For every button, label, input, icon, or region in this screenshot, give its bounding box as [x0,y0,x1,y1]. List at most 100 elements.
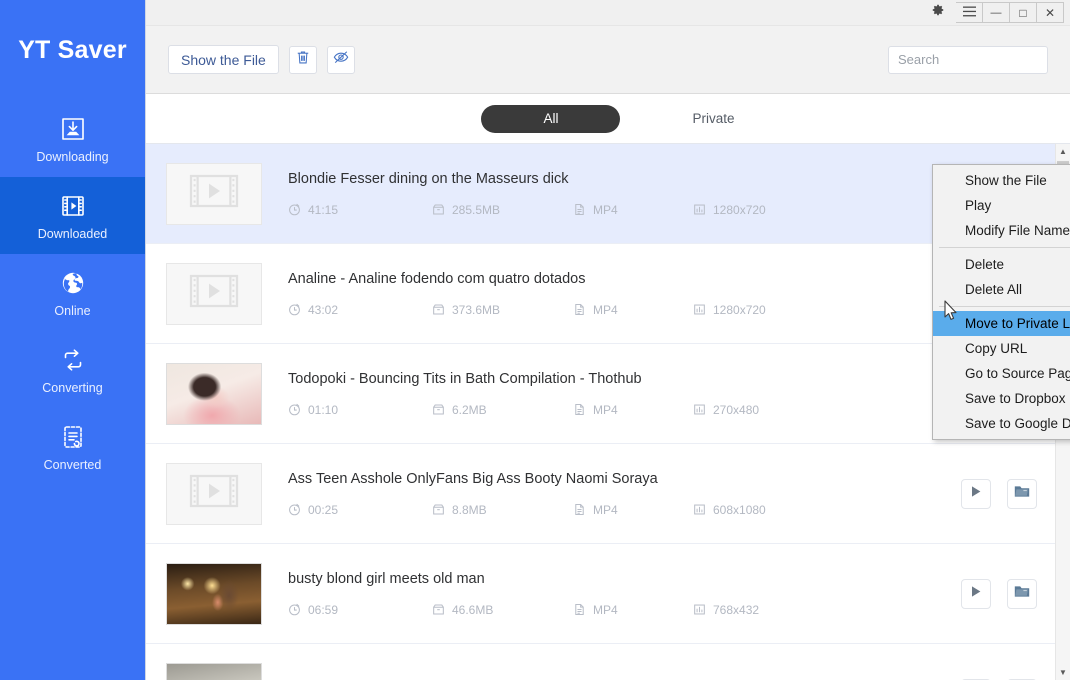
filesize-meta: 373.6MB [432,303,573,317]
sidebar-item-converting[interactable]: Converting [0,331,145,408]
minimize-icon: — [990,6,1002,19]
film-play-icon [58,191,88,221]
video-thumbnail[interactable] [166,462,262,525]
video-thumbnail[interactable] [166,662,262,680]
table-row[interactable]: Analine - Analine fodendo com quatro dot… [146,244,1055,344]
resolution-value: 1280x720 [713,202,766,217]
video-placeholder-icon [189,174,239,213]
format-meta: MP4 [573,203,693,217]
video-title: Todopoki - Bouncing Tits in Bath Compila… [288,370,642,387]
window-minimize-button[interactable]: — [983,2,1010,23]
download-list: Blondie Fesser dining on the Masseurs di… [146,144,1055,680]
show-the-file-button[interactable]: Show the File [168,45,279,74]
duration-meta: 00:25 [288,503,432,517]
context-menu-item[interactable]: Go to Source Page [933,361,1070,386]
tab-all[interactable]: All [481,104,621,133]
sidebar-item-label: Downloading [36,149,109,164]
duration-meta: 41:15 [288,203,432,217]
window-maximize-button[interactable]: □ [1010,2,1037,23]
folder-icon [1014,584,1030,603]
trash-icon [296,50,310,70]
folder-icon [1014,484,1030,503]
context-menu-item[interactable]: Delete All [933,277,1070,302]
sidebar: YT Saver Downloading Downloaded Online C… [0,0,145,680]
table-row[interactable]: Ass Teen Asshole OnlyFans Big Ass Booty … [146,444,1055,544]
format-value: MP4 [593,202,618,217]
play-button[interactable] [961,578,991,609]
video-placeholder-icon [189,274,239,313]
open-folder-button[interactable] [1007,478,1037,509]
scroll-down-arrow-icon[interactable]: ▼ [1056,665,1070,680]
search-input[interactable] [888,45,1048,74]
video-thumbnail[interactable] [166,562,262,625]
table-row[interactable]: Todopoki - Bouncing Tits in Bath Compila… [146,344,1055,444]
filter-tabs: All Private [146,94,1070,144]
filesize-value: 8.8MB [452,502,487,517]
convert-loop-icon [58,345,88,375]
resolution-meta: 1280x720 [693,303,813,317]
context-menu-separator [939,247,1070,248]
context-menu-item[interactable]: Delete [933,252,1070,277]
video-thumbnail[interactable] [166,262,262,325]
play-button[interactable] [961,478,991,509]
table-row[interactable]: busty blond girl meets old man 06:59 46.… [146,544,1055,644]
format-value: MP4 [593,602,618,617]
play-icon [970,585,982,603]
document-sync-icon [58,422,88,452]
format-value: MP4 [593,502,618,517]
close-icon: ✕ [1044,5,1056,20]
sidebar-item-online[interactable]: Online [0,254,145,331]
row-content: Analine - Analine fodendo com quatro dot… [288,271,951,317]
context-menu-item[interactable]: Show the File [933,168,1070,193]
eye-off-icon [333,50,349,69]
hide-button[interactable] [326,45,355,74]
archive-box-icon [432,203,445,216]
context-menu-item[interactable]: Save to Dropbox [933,386,1070,411]
filesize-value: 373.6MB [452,302,501,317]
delete-button[interactable] [288,45,317,74]
filesize-meta: 8.8MB [432,503,573,517]
clock-icon [288,603,301,616]
row-metadata: 01:10 6.2MB MP4 270x480 [288,403,951,417]
table-row[interactable]: Hungry Red Panda [146,644,1055,680]
resolution-value: 768x432 [713,602,760,617]
row-content: Todopoki - Bouncing Tits in Bath Compila… [288,371,951,417]
duration-meta: 06:59 [288,603,432,617]
context-menu-item[interactable]: Copy URL [933,336,1070,361]
format-meta: MP4 [573,603,693,617]
file-document-icon [573,503,586,516]
file-document-icon [573,203,586,216]
window-menu-button[interactable] [956,2,983,23]
format-meta: MP4 [573,303,693,317]
context-menu-item[interactable]: Move to Private List [933,311,1070,336]
open-folder-button[interactable] [1007,578,1037,609]
play-icon [970,485,982,503]
duration-value: 06:59 [308,602,339,617]
scroll-up-arrow-icon[interactable]: ▲ [1056,144,1070,159]
video-placeholder-icon [189,474,239,513]
row-metadata: 41:15 285.5MB MP4 1280x720 [288,203,951,217]
window-titlebar: — □ ✕ [146,0,1070,26]
sidebar-item-downloaded[interactable]: Downloaded [0,177,145,254]
filesize-meta: 285.5MB [432,203,573,217]
settings-gear-button[interactable] [925,2,951,24]
clock-icon [288,303,301,316]
archive-box-icon [432,303,445,316]
sidebar-item-label: Converting [42,380,103,395]
resolution-value: 270x480 [713,402,760,417]
duration-value: 01:10 [308,402,339,417]
video-thumbnail[interactable] [166,162,262,225]
filesize-value: 6.2MB [452,402,487,417]
resolution-meta: 608x1080 [693,503,813,517]
sidebar-item-downloading[interactable]: Downloading [0,100,145,177]
sidebar-item-converted[interactable]: Converted [0,408,145,485]
video-thumbnail[interactable] [166,362,262,425]
gear-icon [931,3,945,22]
context-menu-item[interactable]: Modify File Name [933,218,1070,243]
context-menu-item[interactable]: Save to Google Drive [933,411,1070,436]
hamburger-menu-icon [962,5,976,20]
context-menu-item[interactable]: Play [933,193,1070,218]
tab-private[interactable]: Private [692,105,734,132]
table-row[interactable]: Blondie Fesser dining on the Masseurs di… [146,144,1055,244]
window-close-button[interactable]: ✕ [1037,2,1064,23]
